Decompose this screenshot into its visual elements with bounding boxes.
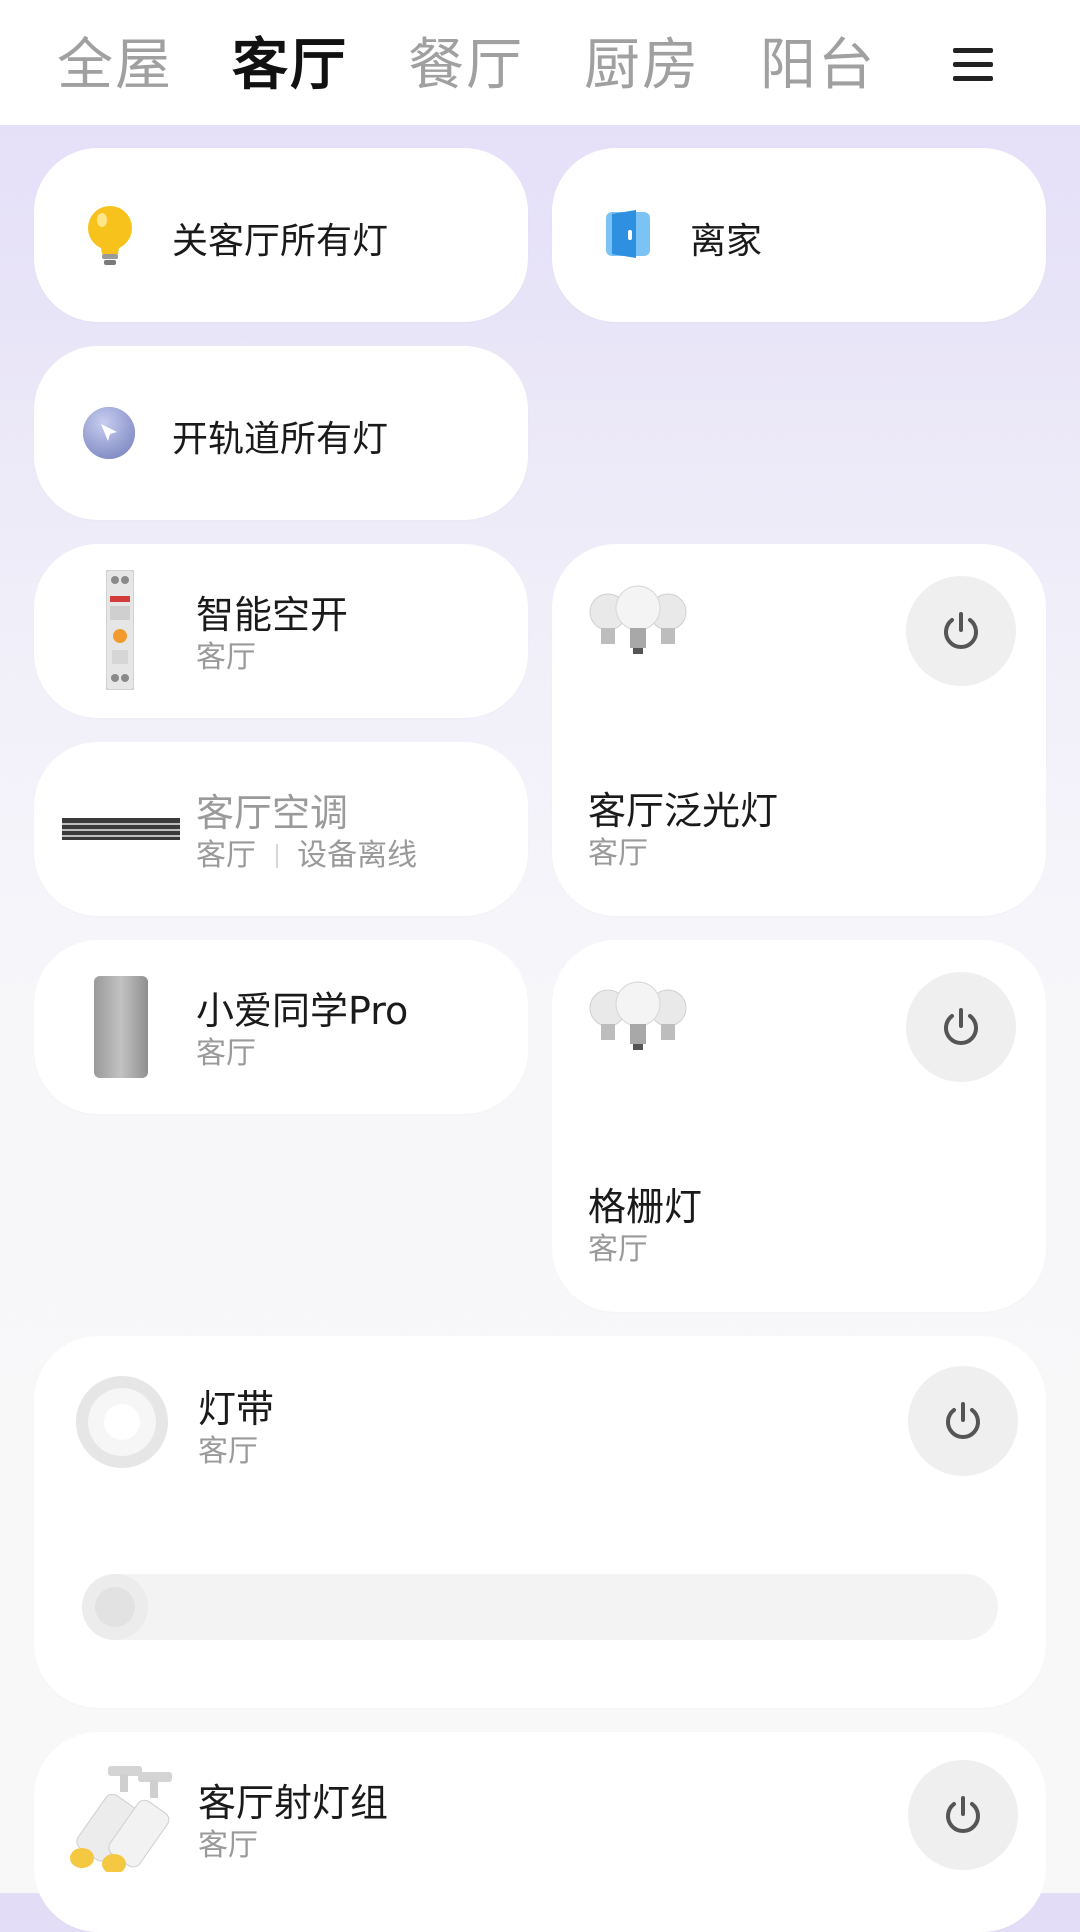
device-name: 灯带 <box>198 1387 275 1431</box>
door-icon <box>602 208 654 260</box>
scene-card-leave-home[interactable]: 离家 <box>552 148 1046 322</box>
device-name: 客厅射灯组 <box>198 1781 389 1825</box>
device-status: 设备离线 <box>297 838 418 873</box>
tab-living-room[interactable]: 客厅 <box>232 28 348 104</box>
bulb-icon <box>82 204 138 268</box>
device-name: 客厅空调 <box>196 791 349 835</box>
power-button[interactable] <box>908 1366 1018 1476</box>
device-room: 客厅 <box>588 1232 648 1267</box>
device-room-status: 客厅 设备离线 <box>196 830 417 874</box>
separator <box>275 844 278 868</box>
power-icon <box>944 612 978 649</box>
bulbs-icon <box>588 582 688 678</box>
brightness-slider[interactable] <box>82 1574 998 1640</box>
power-button[interactable] <box>906 576 1016 686</box>
device-card-spotlight-group[interactable]: 客厅射灯组 客厅 <box>34 1732 1046 1932</box>
device-name: 智能空开 <box>196 593 349 637</box>
device-name: 客厅泛光灯 <box>588 789 779 833</box>
device-name: 小爱同学Pro <box>196 989 409 1033</box>
power-icon <box>946 1402 980 1439</box>
brightness-slider-thumb[interactable] <box>82 1574 148 1640</box>
device-room: 客厅 <box>196 640 256 675</box>
tab-dining-room[interactable]: 餐厅 <box>408 28 524 104</box>
bulbs-icon <box>588 978 688 1074</box>
light-ring-icon <box>74 1374 170 1470</box>
spotlight-icon <box>68 1766 178 1874</box>
device-card-ac[interactable]: 客厅空调 客厅 设备离线 <box>34 742 528 916</box>
room-tab-bar: 全屋 客厅 餐厅 厨房 阳台 <box>0 0 1080 125</box>
cursor-icon <box>82 406 136 460</box>
device-card-floodlight[interactable]: 客厅泛光灯 客厅 <box>552 544 1046 916</box>
power-button[interactable] <box>906 972 1016 1082</box>
device-card-light-strip[interactable]: 灯带 客厅 <box>34 1336 1046 1708</box>
device-room: 客厅 <box>198 1434 258 1469</box>
device-card-breaker[interactable]: 智能空开 客厅 <box>34 544 528 718</box>
speaker-icon <box>92 974 150 1080</box>
scene-label: 离家 <box>690 221 763 262</box>
power-icon <box>946 1796 980 1833</box>
tab-kitchen[interactable]: 厨房 <box>584 28 700 104</box>
tab-whole-house[interactable]: 全屋 <box>57 28 173 104</box>
scene-label: 开轨道所有灯 <box>172 419 389 460</box>
device-card-grille-light[interactable]: 格栅灯 客厅 <box>552 940 1046 1312</box>
ac-icon <box>62 818 180 840</box>
device-room: 客厅 <box>196 838 256 873</box>
scene-card-lights-off[interactable]: 关客厅所有灯 <box>34 148 528 322</box>
device-room: 客厅 <box>198 1828 258 1863</box>
device-room: 客厅 <box>588 836 648 871</box>
power-button[interactable] <box>908 1760 1018 1870</box>
hamburger-icon[interactable] <box>953 48 993 82</box>
device-card-speaker[interactable]: 小爱同学Pro 客厅 <box>34 940 528 1114</box>
scene-label: 关客厅所有灯 <box>172 221 389 262</box>
tab-balcony[interactable]: 阳台 <box>760 28 876 104</box>
device-room: 客厅 <box>196 1036 256 1071</box>
breaker-icon <box>105 569 135 691</box>
scene-card-track-lights-on[interactable]: 开轨道所有灯 <box>34 346 528 520</box>
power-icon <box>944 1008 978 1045</box>
device-name: 格栅灯 <box>588 1185 703 1229</box>
